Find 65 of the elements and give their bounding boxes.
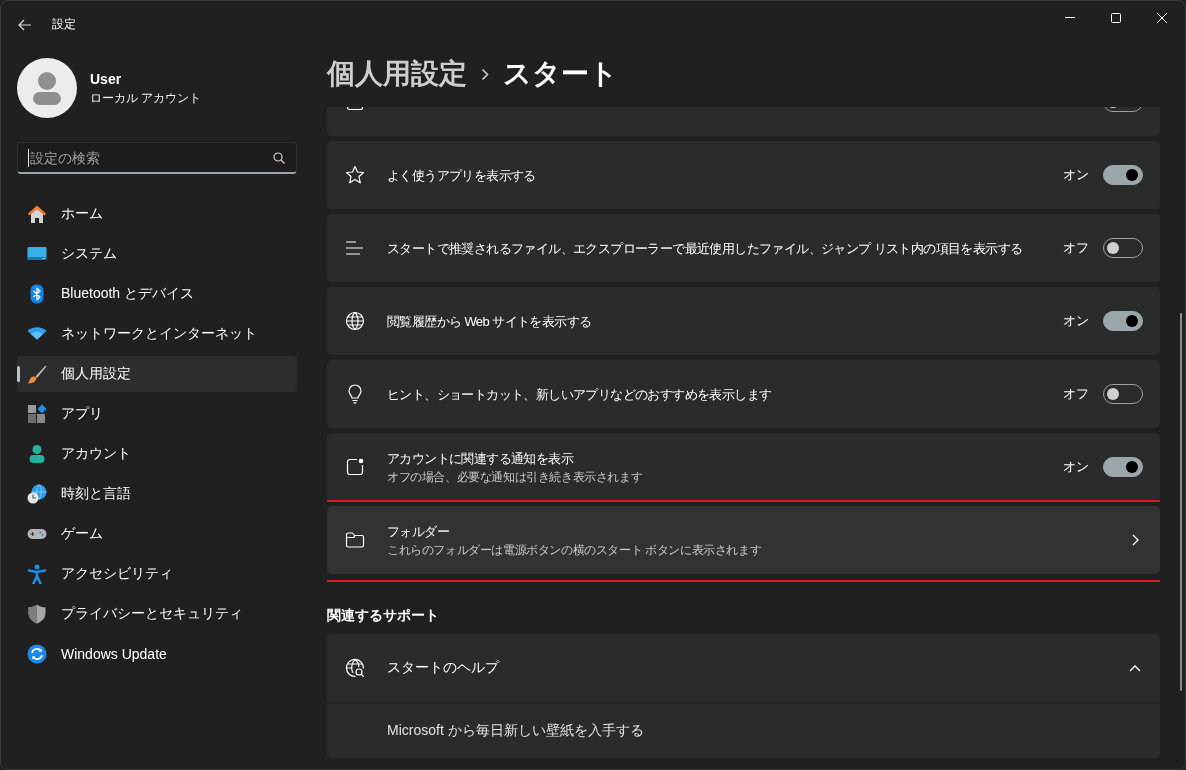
toggle-switch[interactable]	[1103, 165, 1143, 185]
setting-title: 閲覧履歴から Web サイトを表示する	[387, 312, 592, 331]
sidebar-item[interactable]: ネットワークとインターネット	[17, 316, 297, 352]
chevron-right-icon	[1132, 534, 1139, 546]
setting-title: よく使うアプリを表示する	[387, 166, 536, 185]
house-icon	[27, 204, 47, 224]
selection-indicator	[17, 366, 20, 382]
sidebar-item[interactable]: ホーム	[17, 196, 297, 232]
scrollbar-thumb[interactable]	[1180, 313, 1182, 691]
person-icon	[27, 444, 47, 464]
paintbrush-icon	[27, 364, 47, 384]
maximize-icon	[1111, 12, 1121, 23]
setting-title: フォルダー	[387, 523, 449, 541]
globe-search-icon	[345, 658, 365, 678]
sidebar-item[interactable]: Windows Update	[17, 636, 297, 672]
breadcrumb-link[interactable]: 個人用設定	[327, 55, 467, 93]
minimize-icon	[1065, 17, 1075, 18]
close-icon	[1157, 12, 1167, 23]
sidebar-item[interactable]: システム	[17, 236, 297, 272]
chevron-up-icon	[1129, 664, 1141, 672]
search-field[interactable]: 設定の検索	[17, 142, 297, 174]
toggle-state-label: オン	[1063, 166, 1089, 184]
toggle-state-label: オン	[1063, 312, 1089, 330]
bluetooth-icon	[27, 284, 47, 304]
star-icon	[345, 165, 365, 185]
setting-title: アカウントに関連する通知を表示	[387, 450, 573, 468]
toggle-switch[interactable]	[1103, 311, 1143, 331]
account-type: ローカル アカウント	[90, 90, 202, 106]
globe-icon	[345, 311, 365, 331]
folder-icon	[345, 530, 365, 550]
user-name: User	[90, 70, 123, 88]
sidebar-item[interactable]: アクセシビリティ	[17, 556, 297, 592]
setting-description: オフの場合、必要な通知は引き続き表示されます	[387, 469, 643, 485]
toggle-state-label: オフ	[1063, 239, 1089, 257]
sidebar-item[interactable]: プライバシーとセキュリティ	[17, 596, 297, 632]
back-arrow-icon	[18, 18, 32, 31]
sidebar-item[interactable]: 時刻と言語	[17, 476, 297, 512]
sidebar-item[interactable]: アプリ	[17, 396, 297, 432]
setting-title: ヒント、ショートカット、新しいアプリなどのおすすめを表示します	[387, 385, 772, 404]
list-icon	[345, 238, 365, 258]
setting-description: これらのフォルダーは電源ボタンの横のスタート ボタンに表示されます	[387, 542, 762, 558]
shield-icon	[27, 604, 47, 624]
text-cursor	[28, 149, 29, 167]
accessibility-icon	[27, 564, 47, 584]
section-heading: 関連するサポート	[327, 606, 440, 625]
chevron-right-icon	[481, 67, 489, 81]
sidebar-item[interactable]: ゲーム	[17, 516, 297, 552]
globe-clock-icon	[27, 484, 47, 504]
window-title: 設定	[52, 16, 76, 33]
setting-card[interactable]: フォルダー これらのフォルダーは電源ボタンの横のスタート ボタンに表示されます	[327, 506, 1160, 574]
sidebar-item[interactable]: 個人用設定	[17, 356, 297, 392]
sync-icon	[27, 644, 47, 664]
search-icon	[273, 152, 285, 164]
page-title: スタート	[503, 57, 618, 91]
toggle-state-label: オン	[1063, 458, 1089, 476]
lightbulb-icon	[345, 384, 365, 404]
apps-icon	[27, 404, 47, 424]
sidebar-item[interactable]: Bluetooth とデバイス	[17, 276, 297, 312]
help-link[interactable]: Microsoft から毎日新しい壁紙を入手する	[387, 721, 644, 740]
toggle-state-label: オフ	[1063, 385, 1089, 403]
notification-icon	[345, 457, 365, 477]
avatar-icon	[17, 58, 77, 118]
setting-title: スタートで推奨されるファイル、エクスプローラーで最近使用したファイル、ジャンプ リスト内の項目を表示する	[387, 239, 1023, 258]
toggle-switch[interactable]	[1103, 457, 1143, 477]
sidebar-item[interactable]: アカウント	[17, 436, 297, 472]
